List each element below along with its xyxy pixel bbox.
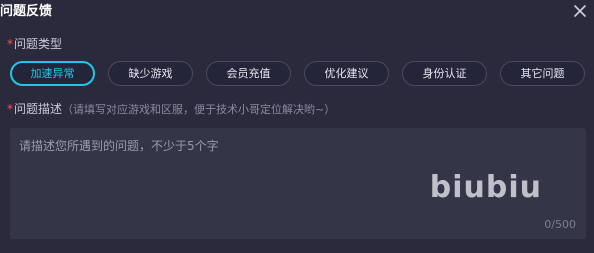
required-mark: * — [7, 102, 13, 116]
issue-type-label-text: 问题类型 — [14, 37, 63, 51]
dialog-title: 问题反馈 — [0, 4, 53, 19]
description-label-text: 问题描述 — [14, 102, 63, 116]
issue-type-options: 加速异常 缺少游戏 会员充值 优化建议 身份认证 其它问题 — [10, 61, 586, 86]
issue-type-label: *问题类型 — [7, 36, 62, 52]
issue-type-option-missing-game[interactable]: 缺少游戏 — [108, 61, 193, 86]
description-label: *问题描述（请填写对应游戏和区服，便于技术小哥定位解决哟~） — [7, 101, 335, 118]
description-input[interactable] — [10, 128, 586, 239]
description-box: biubiu 0/500 — [10, 128, 586, 239]
description-hint: （请填写对应游戏和区服，便于技术小哥定位解决哟~） — [62, 103, 336, 116]
char-counter: 0/500 — [544, 218, 576, 231]
issue-type-option-suggestion[interactable]: 优化建议 — [304, 61, 389, 86]
feedback-dialog: 问题反馈 *问题类型 加速异常 缺少游戏 会员充值 优化建议 身份认证 其它问题… — [0, 0, 594, 253]
issue-type-option-other[interactable]: 其它问题 — [500, 61, 585, 86]
issue-type-option-acceleration[interactable]: 加速异常 — [10, 61, 95, 86]
issue-type-option-membership[interactable]: 会员充值 — [206, 61, 291, 86]
issue-type-option-verification[interactable]: 身份认证 — [402, 61, 487, 86]
close-icon[interactable] — [572, 3, 588, 19]
close-icon-glyph — [574, 5, 586, 17]
required-mark: * — [7, 37, 13, 51]
